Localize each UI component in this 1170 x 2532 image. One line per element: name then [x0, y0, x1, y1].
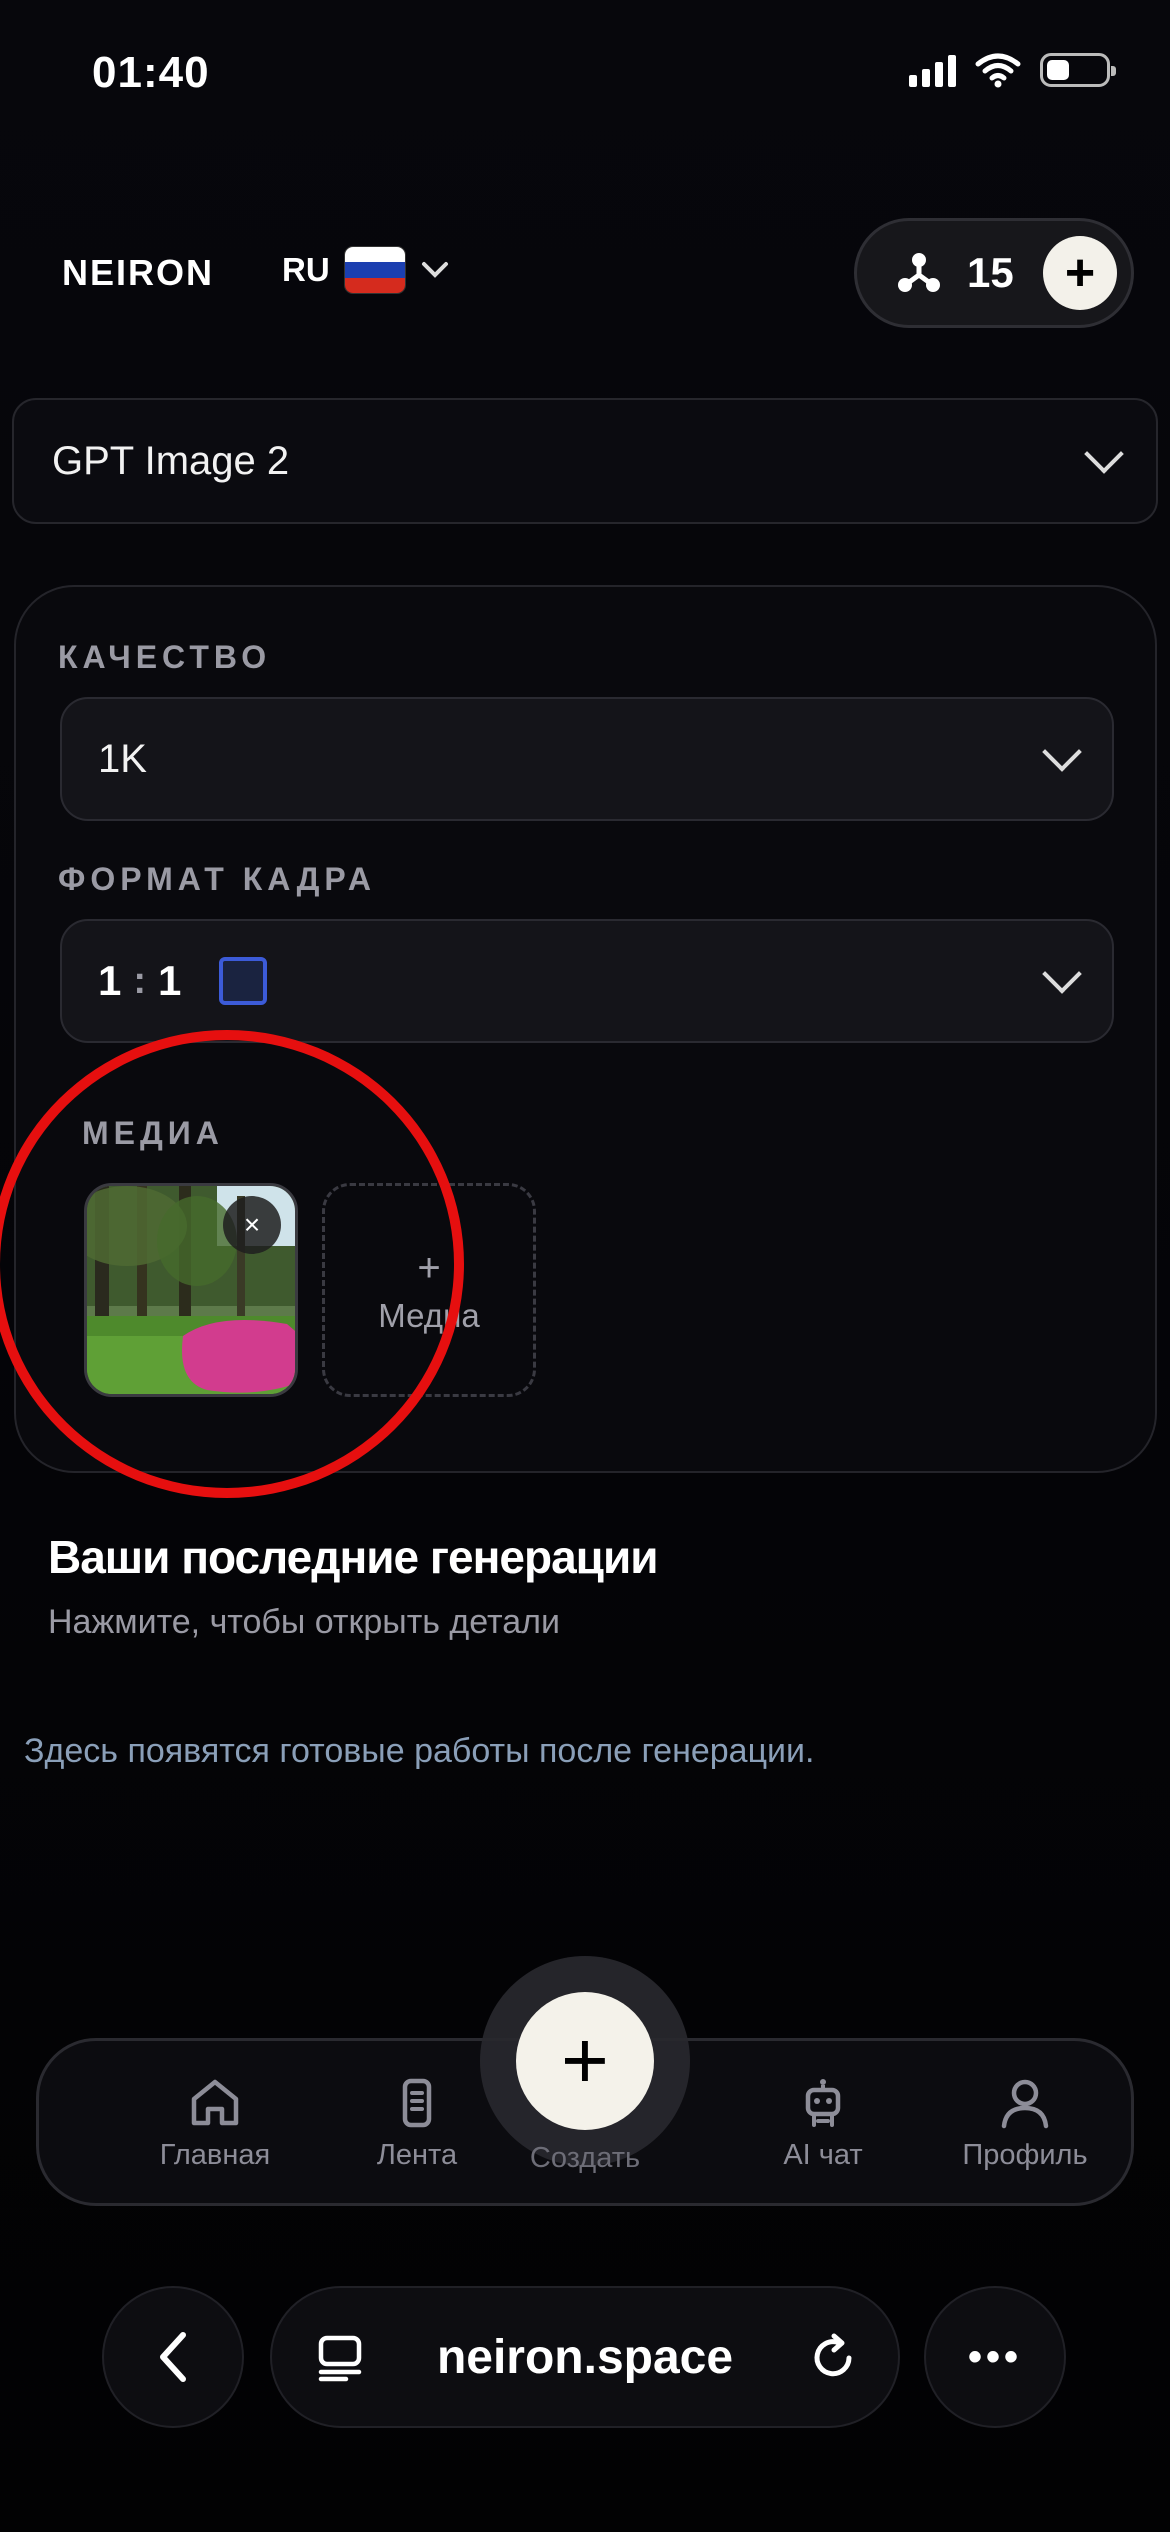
credits-icon: [898, 253, 940, 292]
chevron-down-icon: [1042, 732, 1082, 772]
credits-count: 15: [967, 249, 1014, 296]
generation-settings-panel: КАЧЕСТВО 1K ФОРМАТ КАДРА 1 : 1 МЕДИА × +…: [14, 585, 1157, 1473]
nav-feed-label: Лента: [376, 2139, 458, 2171]
app-screen: 01:40 NEIRON RU 15 + GPT Image 2 КАЧЕСТВ…: [0, 0, 1170, 2532]
browser-address-bar[interactable]: neiron.space: [270, 2286, 900, 2428]
add-credits-button[interactable]: +: [1043, 236, 1117, 310]
feed-icon: [402, 2078, 432, 2128]
aspect-ratio-right: 1: [158, 957, 182, 1004]
aspect-ratio-separator: :: [133, 959, 147, 1002]
quality-select[interactable]: 1K: [60, 697, 1114, 821]
chevron-down-icon: [1084, 434, 1124, 474]
browser-more-button[interactable]: •••: [924, 2286, 1066, 2428]
nav-feed[interactable]: Лента: [337, 2077, 497, 2172]
aspect-ratio-value: 1 : 1: [98, 957, 268, 1005]
robot-icon: [805, 2079, 841, 2127]
quality-value: 1K: [98, 736, 147, 781]
russia-flag-icon: [343, 246, 406, 294]
chevron-down-icon: [421, 262, 448, 278]
cellular-signal-icon: [909, 53, 956, 87]
credits-balance[interactable]: 15 +: [854, 218, 1134, 328]
status-time: 01:40: [92, 48, 210, 97]
recent-generations-title: Ваши последние генерации: [48, 1531, 659, 1583]
language-code: RU: [282, 251, 330, 288]
chevron-down-icon: [1042, 954, 1082, 994]
home-icon: [191, 2079, 239, 2126]
nav-profile-label: Профиль: [962, 2139, 1088, 2171]
user-icon: [1001, 2079, 1049, 2129]
language-selector[interactable]: RU: [282, 246, 450, 294]
square-ratio-icon: [219, 957, 268, 1005]
model-selector-value: GPT Image 2: [52, 438, 290, 483]
neiron-logo[interactable]: NEIRON: [62, 252, 214, 294]
model-selector[interactable]: GPT Image 2: [12, 398, 1158, 524]
create-button[interactable]: +: [516, 1992, 654, 2130]
aspect-ratio-label: ФОРМАТ КАДРА: [58, 861, 376, 897]
media-label: МЕДИА: [82, 1115, 224, 1151]
nav-home-label: Главная: [159, 2139, 271, 2171]
recent-generations-subtitle: Нажмите, чтобы открыть детали: [48, 1603, 560, 1641]
nav-profile[interactable]: Профиль: [945, 2077, 1105, 2172]
nav-home[interactable]: Главная: [135, 2077, 295, 2172]
quality-label: КАЧЕСТВО: [58, 639, 272, 675]
remove-media-button[interactable]: ×: [223, 1196, 281, 1254]
aspect-ratio-left: 1: [98, 957, 122, 1004]
wifi-icon: [975, 53, 1021, 88]
empty-state-text: Здесь появятся готовые работы после гене…: [24, 1732, 815, 1770]
reload-icon[interactable]: [808, 2332, 858, 2382]
plus-icon: +: [417, 1245, 441, 1290]
browser-url[interactable]: neiron.space: [272, 2330, 898, 2385]
nav-ai-chat-label: AI чат: [783, 2139, 863, 2171]
chevron-left-icon: [160, 2332, 186, 2382]
browser-back-button[interactable]: [102, 2286, 244, 2428]
aspect-ratio-select[interactable]: 1 : 1: [60, 919, 1114, 1043]
media-thumbnail[interactable]: ×: [84, 1183, 298, 1397]
add-media-button[interactable]: + Медиа: [322, 1183, 536, 1397]
nav-ai-chat[interactable]: AI чат: [743, 2077, 903, 2172]
battery-icon: [1040, 53, 1116, 87]
create-label: Создать: [529, 2142, 641, 2174]
status-icons: [909, 52, 1116, 88]
add-media-label: Медиа: [378, 1296, 480, 1334]
